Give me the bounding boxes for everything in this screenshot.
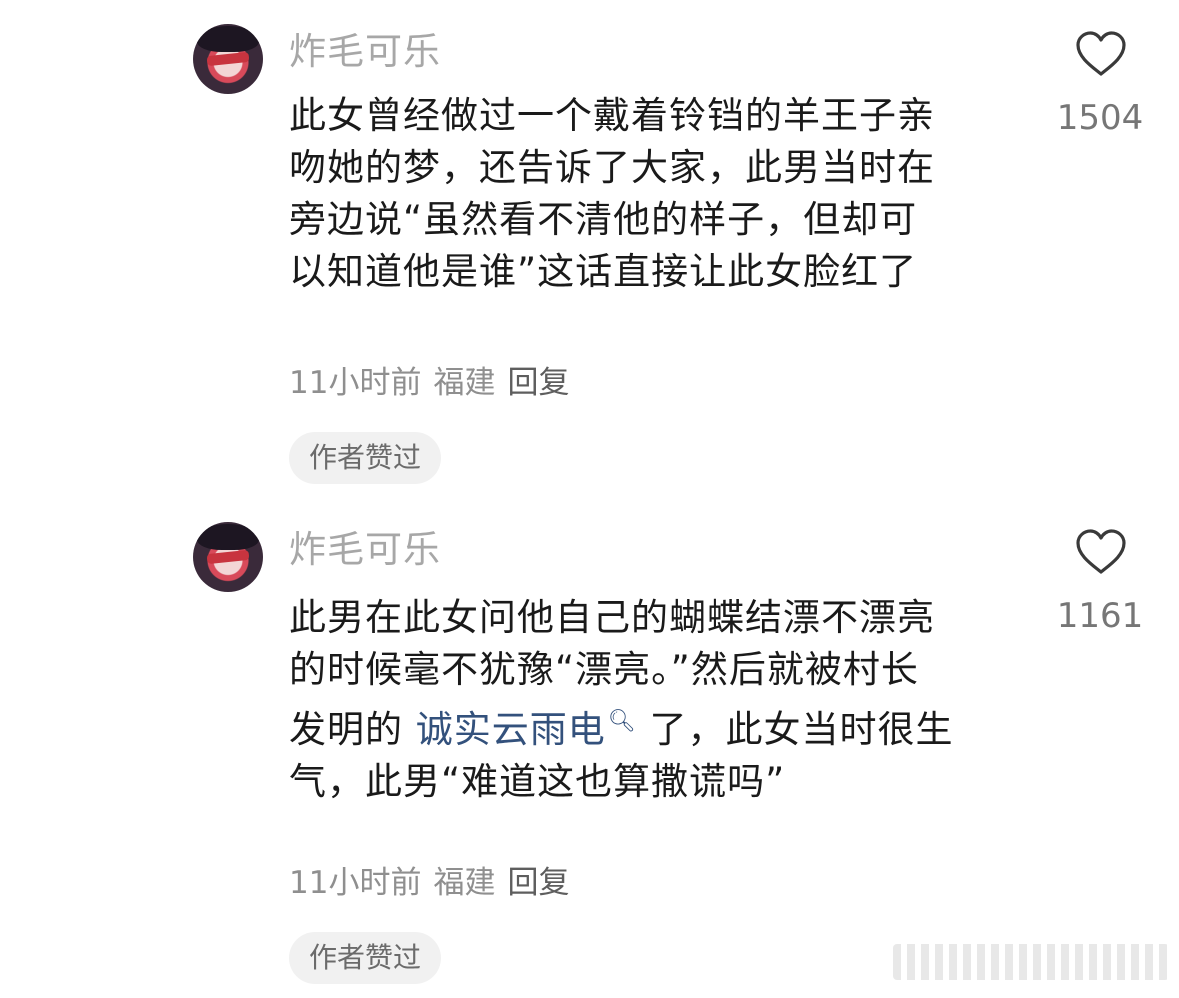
comment-time: 11小时前 (289, 865, 422, 901)
comment-line: 气，此男“难道这也算撒谎吗” (289, 760, 786, 803)
comment-line: 此女曾经做过一个戴着铃铛的羊王子亲 (289, 94, 935, 137)
author-liked-badge: 作者赞过 (289, 932, 442, 984)
comment-username[interactable]: 炸毛可乐 (289, 526, 441, 574)
comment-location: 福建 (433, 365, 496, 401)
comment-text-segment: 了，此女当时很生 (636, 708, 954, 751)
like-count: 1161 (1056, 596, 1144, 636)
comment-username[interactable]: 炸毛可乐 (289, 28, 441, 76)
heart-outline-icon[interactable] (1074, 30, 1128, 78)
comment-location: 福建 (433, 865, 496, 901)
watermark (893, 944, 1169, 980)
avatar[interactable] (193, 24, 263, 94)
comment-line: 的时候毫不犹豫“漂亮。”然后就被村长 (289, 648, 919, 691)
comment-meta: 11小时前 福建 回复 (289, 362, 581, 404)
comment-text: 此女曾经做过一个戴着铃铛的羊王子亲 吻她的梦，还告诉了大家，此男当时在 旁边说“… (289, 90, 1009, 298)
comment-line: 此男在此女问他自己的蝴蝶结漂不漂亮 (289, 596, 935, 639)
comment-meta: 11小时前 福建 回复 (289, 862, 581, 904)
like-count: 1504 (1056, 98, 1144, 138)
reply-button[interactable]: 回复 (507, 365, 569, 401)
topic-search-link[interactable]: 诚实云雨电 (416, 708, 606, 751)
comment-line: 发明的 诚实云雨电🔍︎ 了，此女当时很生 (289, 696, 1009, 756)
search-icon[interactable]: 🔍︎ (608, 709, 637, 734)
comment-line: 旁边说“虽然看不清他的样子，但却可 (289, 198, 918, 241)
comment-text-segment: 发明的 (289, 708, 416, 751)
avatar[interactable] (193, 522, 263, 592)
comment-line: 以知道他是谁”这话直接让此女脸红了 (289, 250, 918, 293)
comment-time: 11小时前 (289, 365, 422, 401)
reply-button[interactable]: 回复 (507, 865, 569, 901)
heart-outline-icon[interactable] (1074, 528, 1128, 576)
author-liked-badge: 作者赞过 (289, 432, 442, 484)
comment-text: 此男在此女问他自己的蝴蝶结漂不漂亮 的时候毫不犹豫“漂亮。”然后就被村长 发明的… (289, 592, 1009, 808)
comment-line: 吻她的梦，还告诉了大家，此男当时在 (289, 146, 935, 189)
